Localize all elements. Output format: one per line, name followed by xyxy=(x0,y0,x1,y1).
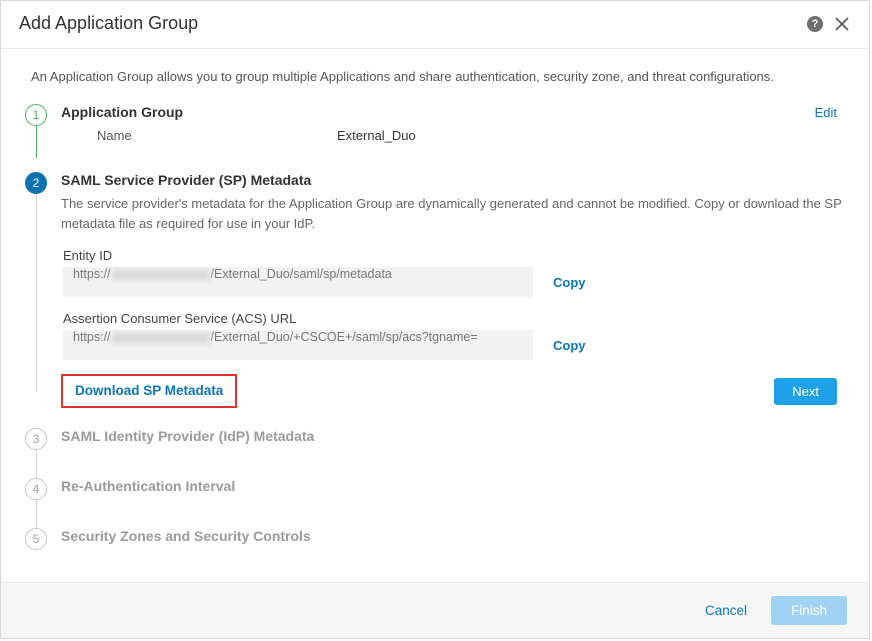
step-title: Application Group xyxy=(61,104,183,120)
next-button[interactable]: Next xyxy=(774,378,837,405)
acs-url-block: Assertion Consumer Service (ACS) URL htt… xyxy=(63,311,845,360)
download-highlight-box: Download SP Metadata xyxy=(61,374,237,408)
redacted-host xyxy=(112,332,210,344)
close-icon[interactable] xyxy=(833,15,851,33)
acs-url-label: Assertion Consumer Service (ACS) URL xyxy=(63,311,845,326)
dialog-body: An Application Group allows you to group… xyxy=(1,49,869,582)
entity-id-block: Entity ID https:///External_Duo/saml/sp/… xyxy=(63,248,845,297)
acs-url-value[interactable]: https:///External_Duo/+CSCOE+/saml/sp/ac… xyxy=(63,330,533,360)
entity-id-label: Entity ID xyxy=(63,248,845,263)
wizard-steps: 1 Application Group Edit Name External_D… xyxy=(25,104,845,548)
step-title: SAML Identity Provider (IdP) Metadata xyxy=(61,428,314,444)
intro-text: An Application Group allows you to group… xyxy=(31,69,845,84)
download-sp-metadata-button[interactable]: Download SP Metadata xyxy=(75,383,223,398)
step-marker-1: 1 xyxy=(25,104,47,126)
step-application-group: 1 Application Group Edit Name External_D… xyxy=(25,104,845,152)
step-marker-4: 4 xyxy=(25,478,47,500)
step-description: The service provider's metadata for the … xyxy=(61,194,845,234)
step-sp-metadata: 2 SAML Service Provider (SP) Metadata Th… xyxy=(25,172,845,408)
step-marker-5: 5 xyxy=(25,528,47,550)
cancel-button[interactable]: Cancel xyxy=(705,603,747,618)
step-title: Re-Authentication Interval xyxy=(61,478,235,494)
copy-entity-id-button[interactable]: Copy xyxy=(553,275,586,290)
step-marker-2: 2 xyxy=(25,172,47,194)
name-label: Name xyxy=(97,128,337,143)
step-marker-3: 3 xyxy=(25,428,47,450)
name-row: Name External_Duo xyxy=(97,128,845,143)
dialog-title: Add Application Group xyxy=(19,13,807,34)
download-row: Download SP Metadata Next xyxy=(61,374,845,408)
dialog-header: Add Application Group ? xyxy=(1,1,869,49)
copy-acs-url-button[interactable]: Copy xyxy=(553,338,586,353)
step-connector xyxy=(36,194,37,392)
dialog-footer: Cancel Finish xyxy=(1,582,869,638)
edit-link[interactable]: Edit xyxy=(815,105,837,120)
step-security-zones: 5 Security Zones and Security Controls xyxy=(25,528,845,548)
finish-button[interactable]: Finish xyxy=(771,596,847,625)
step-title: Security Zones and Security Controls xyxy=(61,528,311,544)
step-title: SAML Service Provider (SP) Metadata xyxy=(61,172,311,188)
entity-id-value[interactable]: https:///External_Duo/saml/sp/metadata xyxy=(63,267,533,297)
step-reauth-interval: 4 Re-Authentication Interval xyxy=(25,478,845,508)
add-application-group-dialog: Add Application Group ? An Application G… xyxy=(0,0,870,639)
redacted-host xyxy=(112,269,210,281)
step-connector xyxy=(36,126,37,158)
help-icon[interactable]: ? xyxy=(807,16,823,32)
name-value: External_Duo xyxy=(337,128,416,143)
step-idp-metadata: 3 SAML Identity Provider (IdP) Metadata xyxy=(25,428,845,458)
